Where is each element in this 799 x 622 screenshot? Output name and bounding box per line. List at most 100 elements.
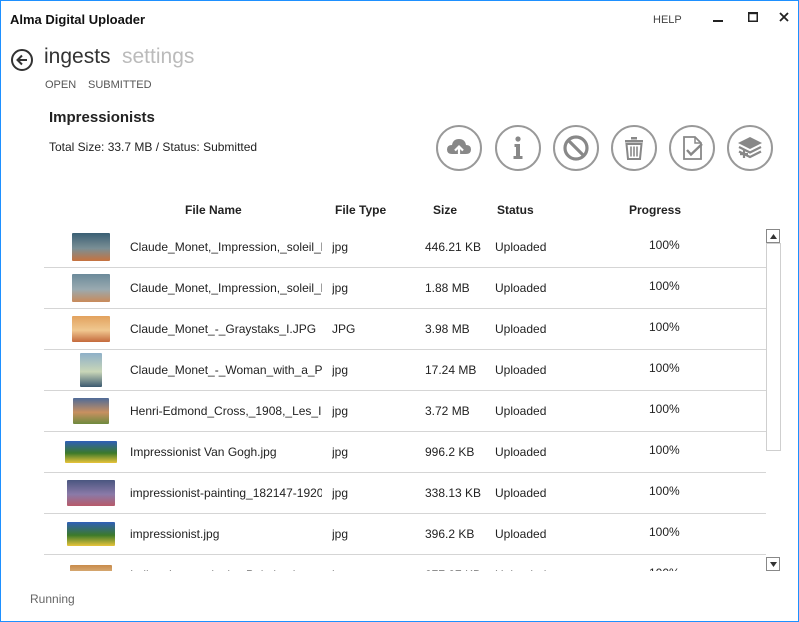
cancel-icon (563, 135, 589, 161)
col-header-filename[interactable]: File Name (185, 203, 242, 217)
file-size: 3.72 MB (425, 404, 470, 418)
file-size: 396.2 KB (425, 527, 475, 541)
app-title: Alma Digital Uploader (10, 12, 146, 27)
file-type: jpg (332, 240, 349, 254)
scroll-thumb[interactable] (766, 243, 781, 451)
file-name: impressionist.jpg (130, 527, 220, 541)
file-type: JPG (332, 322, 356, 336)
scroll-down-button[interactable] (766, 557, 780, 571)
maximize-icon[interactable] (742, 7, 764, 27)
file-progress: 100% (649, 402, 680, 416)
file-size: 277.87 KB (425, 568, 481, 571)
file-type: jpg (332, 527, 349, 541)
file-progress: 100% (649, 238, 680, 252)
file-progress: 100% (649, 484, 680, 498)
file-thumbnail (73, 398, 109, 424)
file-name: impressionist-painting_182147-1920 (130, 486, 322, 500)
file-status: Uploaded (495, 486, 547, 500)
file-size: 1.88 MB (425, 281, 470, 295)
table-row[interactable]: Italian_Impressionist_Painting.jpg jpg 277… (44, 555, 766, 571)
upload-cloud-icon (447, 139, 471, 158)
file-status: Uploaded (495, 281, 547, 295)
file-thumbnail (65, 441, 117, 463)
file-type: jpg (332, 363, 349, 377)
file-progress: 100% (649, 320, 680, 334)
file-name: Claude_Monet,_Impression,_soleil_levant (130, 281, 322, 295)
col-header-filetype[interactable]: File Type (335, 203, 386, 217)
layers-icon (738, 137, 762, 159)
back-button[interactable] (11, 49, 33, 71)
file-status: Uploaded (495, 240, 547, 254)
layers-button[interactable] (727, 125, 773, 171)
tab-submitted[interactable]: SUBMITTED (88, 79, 152, 91)
nav-settings-link[interactable]: settings (122, 45, 194, 69)
col-header-size[interactable]: Size (433, 203, 457, 217)
table-row[interactable]: Claude_Monet_-_Woman_with_a_Parasol jpg 17… (44, 350, 766, 391)
triangle-down-icon (769, 561, 777, 567)
file-name: Claude_Monet_-_Woman_with_a_Parasol (130, 363, 322, 377)
file-status: Uploaded (495, 445, 547, 459)
help-link[interactable]: HELP (653, 14, 682, 26)
info-button[interactable] (495, 125, 541, 171)
table-row[interactable]: Claude_Monet,_Impression,_soleil_levant j… (44, 268, 766, 309)
status-line: Running (30, 592, 75, 606)
col-header-progress[interactable]: Progress (629, 203, 681, 217)
close-icon[interactable] (773, 7, 795, 27)
file-thumbnail (72, 233, 110, 261)
app-window: Alma Digital Uploader HELP ingests setti… (0, 0, 799, 622)
upload-button[interactable] (436, 125, 482, 171)
file-size: 17.24 MB (425, 363, 477, 377)
document-check-icon (683, 136, 703, 160)
file-thumbnail (67, 480, 115, 506)
triangle-up-icon (769, 233, 777, 239)
file-size: 996.2 KB (425, 445, 475, 459)
title-bar: Alma Digital Uploader HELP (1, 1, 798, 41)
file-progress: 100% (649, 525, 680, 539)
trash-icon (625, 137, 643, 160)
tab-open[interactable]: OPEN (45, 79, 76, 91)
vertical-scrollbar[interactable] (766, 227, 782, 573)
file-type: jpg (332, 445, 349, 459)
file-status: Uploaded (495, 363, 547, 377)
file-status: Uploaded (495, 404, 547, 418)
file-progress: 100% (649, 443, 680, 457)
file-name: Henri-Edmond_Cross,_1908,_Les_Iles (130, 404, 322, 418)
table-row[interactable]: Claude_Monet,_Impression,_soleil_levant j… (44, 227, 766, 268)
validate-button[interactable] (669, 125, 715, 171)
file-name: Claude_Monet_-_Graystaks_I.JPG (130, 322, 317, 336)
file-name: Claude_Monet,_Impression,_soleil_levant (130, 240, 322, 254)
file-thumbnail (80, 353, 102, 387)
file-thumbnail (72, 316, 110, 342)
file-status: Uploaded (495, 527, 547, 541)
col-header-status[interactable]: Status (497, 203, 534, 217)
file-name: Impressionist Van Gogh.jpg (130, 445, 277, 459)
file-size: 338.13 KB (425, 486, 482, 500)
file-status: Uploaded (495, 322, 547, 336)
cancel-button[interactable] (553, 125, 599, 171)
file-thumbnail (70, 565, 112, 571)
table-row[interactable]: Claude_Monet_-_Graystaks_I.JPG JPG 3.98 MB… (44, 309, 766, 350)
file-size: 3.98 MB (425, 322, 470, 336)
info-icon (513, 136, 523, 159)
delete-button[interactable] (611, 125, 657, 171)
file-type: jpg (332, 486, 349, 500)
collection-title: Impressionists (49, 109, 155, 126)
file-name: Italian_Impressionist_Painting.jpg (130, 568, 322, 571)
file-status: Uploaded (495, 568, 546, 571)
file-list: Claude_Monet,_Impression,_soleil_levantj… (44, 227, 766, 571)
file-type: jpg (332, 568, 348, 571)
table-row[interactable]: impressionist-painting_182147-1920 jpg 338… (44, 473, 766, 514)
page-title: ingests (44, 45, 111, 68)
file-type: jpg (332, 281, 349, 295)
minimize-icon[interactable] (707, 7, 729, 27)
table-row[interactable]: Impressionist Van Gogh.jpg jpg 996.2 KB Upl… (44, 432, 766, 473)
file-thumbnail (67, 522, 115, 546)
table-row[interactable]: Henri-Edmond_Cross,_1908,_Les_Iles jpg 3.7… (44, 391, 766, 432)
collection-meta: Total Size: 33.7 MB / Status: Submitted (49, 140, 258, 154)
table-row[interactable]: impressionist.jpg jpg 396.2 KB Uploaded 100% (44, 514, 766, 555)
file-thumbnail (72, 274, 110, 302)
arrow-left-icon (16, 54, 27, 66)
file-type: jpg (332, 404, 349, 418)
scroll-up-button[interactable] (766, 229, 780, 243)
file-size: 446.21 KB (425, 240, 482, 254)
